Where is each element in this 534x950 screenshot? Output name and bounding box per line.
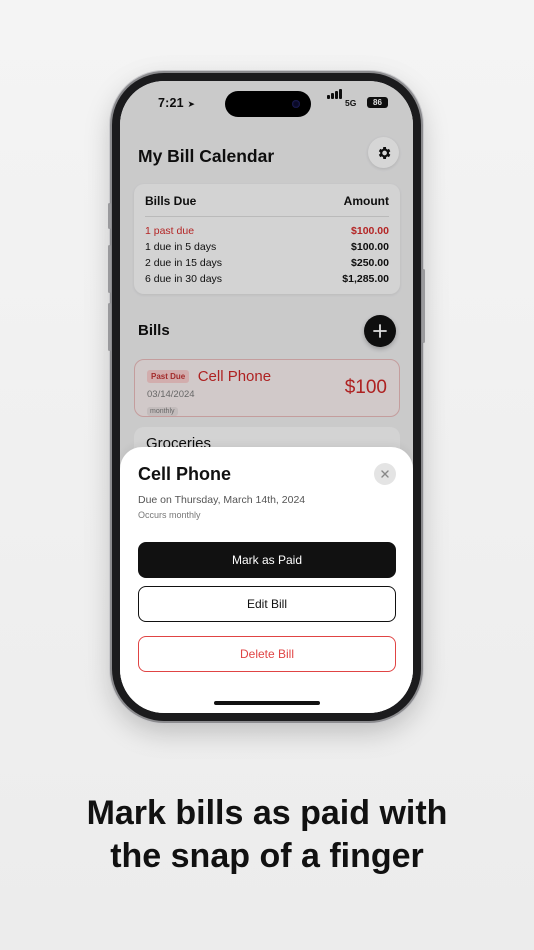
edit-bill-button[interactable]: Edit Bill [138, 586, 396, 622]
power-button [422, 269, 425, 343]
sheet-title: Cell Phone [138, 464, 232, 484]
caption-line-2: the snap of a finger [110, 837, 424, 875]
mark-as-paid-button[interactable]: Mark as Paid [138, 542, 396, 578]
recurrence-text: Occurs monthly [138, 510, 201, 520]
phone-screen: 7:21 ➤ 5G 86 My Bill Calendar Bills Due … [120, 81, 413, 713]
phone-frame: 7:21 ➤ 5G 86 My Bill Calendar Bills Due … [108, 73, 425, 721]
due-date-text: Due on Thursday, March 14th, 2024 [138, 494, 306, 506]
home-indicator[interactable] [214, 701, 320, 705]
caption-line-1: Mark bills as paid with [86, 794, 448, 832]
bill-detail-sheet: Cell Phone Due on Thursday, March 14th, … [120, 447, 413, 713]
promo-caption: Mark bills as paid with the snap of a fi… [0, 792, 534, 878]
close-icon [381, 470, 389, 478]
close-button[interactable] [374, 463, 396, 485]
delete-bill-button[interactable]: Delete Bill [138, 636, 396, 672]
volume-up-button [108, 245, 111, 293]
mute-switch [108, 203, 111, 229]
volume-down-button [108, 303, 111, 351]
